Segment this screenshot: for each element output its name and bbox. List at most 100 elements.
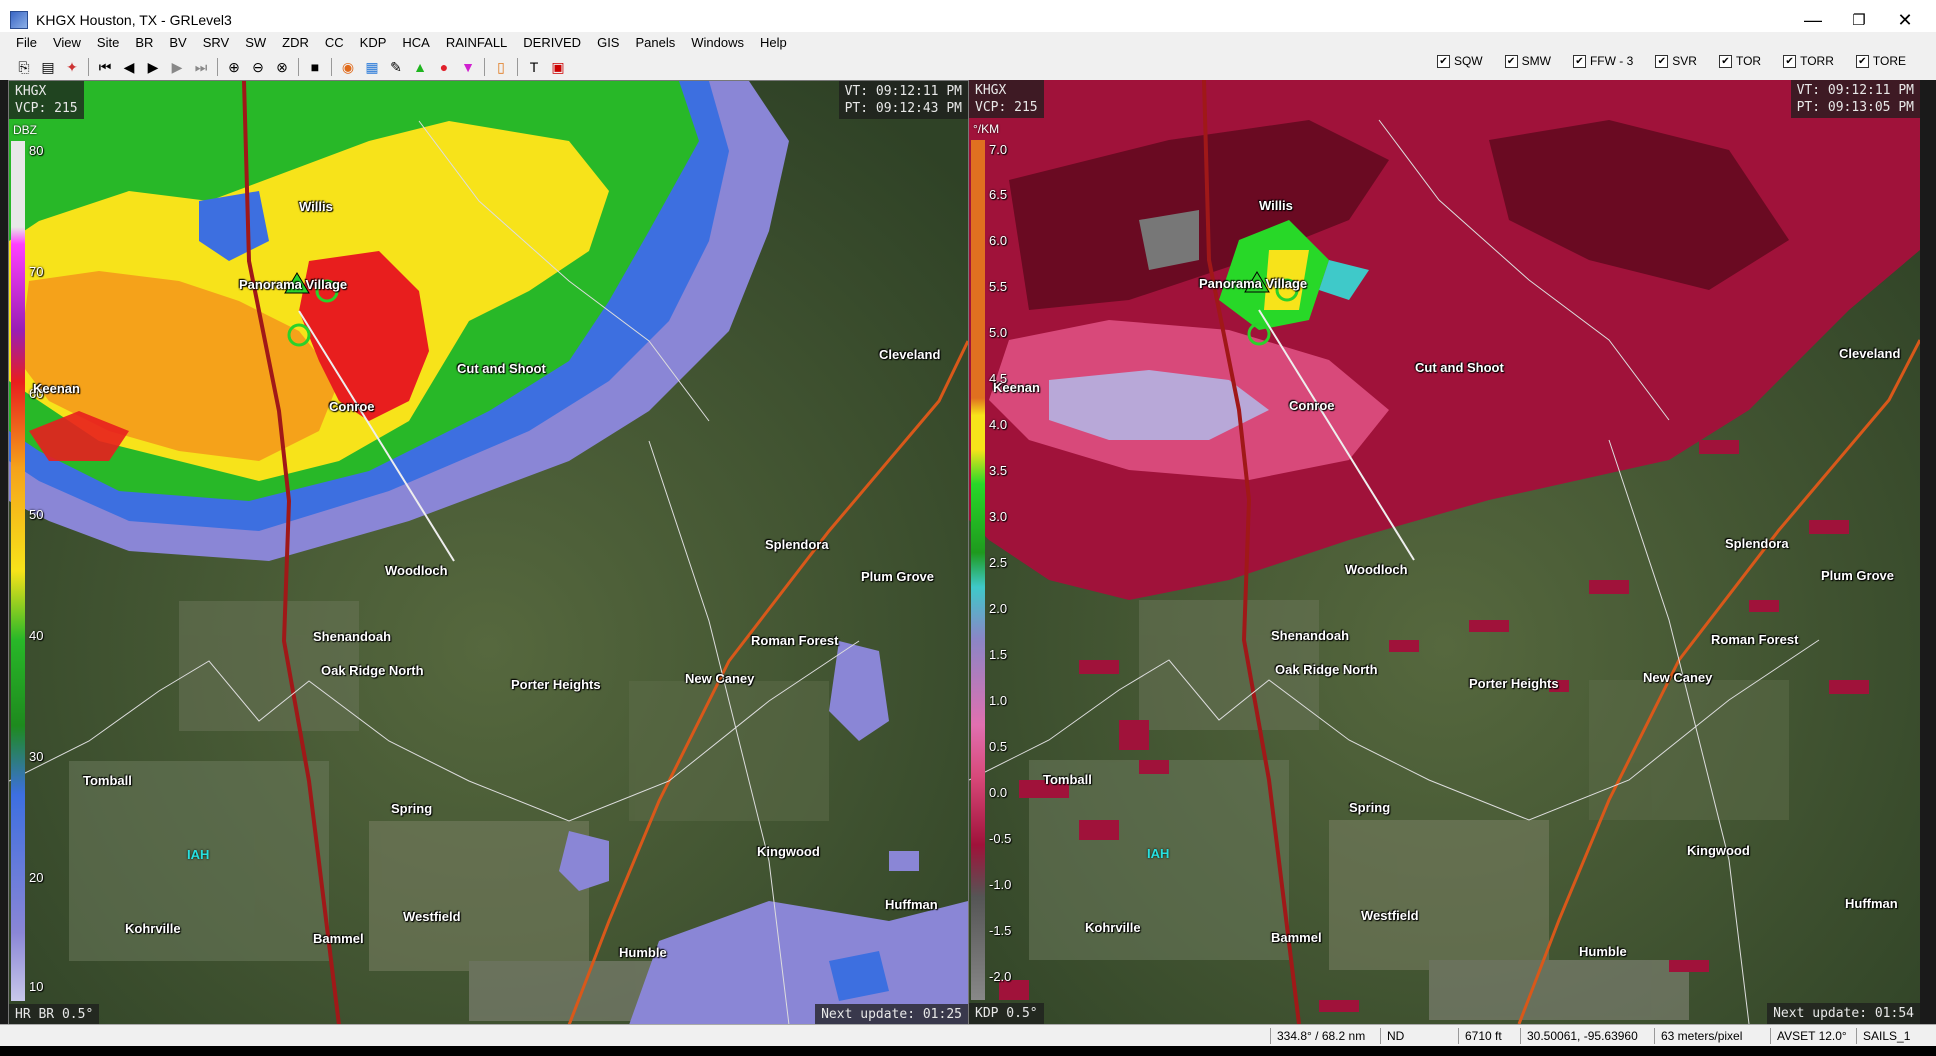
- first-frame-icon[interactable]: ⏮: [95, 57, 115, 77]
- warning-toggle-sqw[interactable]: ✔ SQW: [1436, 54, 1483, 68]
- warning-toggle-tor[interactable]: ✔ TOR: [1718, 54, 1761, 68]
- status-bearing: 334.8° / 68.2 nm: [1270, 1028, 1365, 1044]
- status-avset: AVSET 12.0°: [1770, 1028, 1847, 1044]
- menu-sw[interactable]: SW: [237, 34, 274, 52]
- menu-help[interactable]: Help: [752, 34, 795, 52]
- place-label: Roman Forest: [751, 633, 839, 648]
- checkbox[interactable]: ✔: [1718, 54, 1732, 68]
- warning-toggle-tore[interactable]: ✔ TORE: [1855, 54, 1906, 68]
- place-label: Westfield: [1361, 908, 1419, 923]
- menu-panels[interactable]: Panels: [627, 34, 683, 52]
- app-icon: [10, 11, 28, 29]
- zoom-reset-icon[interactable]: ⊗: [272, 57, 292, 77]
- zoom-in-icon[interactable]: ⊕: [224, 57, 244, 77]
- scale-tick: 3.0: [989, 509, 1008, 524]
- place-label: Splendora: [1725, 536, 1789, 551]
- checkbox[interactable]: ✔: [1655, 54, 1669, 68]
- status-height: 6710 ft: [1458, 1028, 1502, 1044]
- menu-file[interactable]: File: [8, 34, 45, 52]
- vcp-label: VCP: 215: [975, 100, 1038, 115]
- status-value: ND: [1380, 1028, 1404, 1044]
- scale-tick: -1.0: [989, 877, 1012, 892]
- checkbox[interactable]: ✔: [1572, 54, 1586, 68]
- scale-tick: 2.5: [989, 555, 1008, 570]
- menu-br[interactable]: BR: [127, 34, 161, 52]
- menu-zdr[interactable]: ZDR: [274, 34, 317, 52]
- place-label: Shenandoah: [1271, 628, 1350, 643]
- kdp-color-scale: [971, 140, 985, 1000]
- menu-srv[interactable]: SRV: [195, 34, 238, 52]
- menu-derived[interactable]: DERIVED: [515, 34, 589, 52]
- meso-marker-icon[interactable]: ●: [434, 57, 454, 77]
- paste-icon[interactable]: ▤: [38, 57, 58, 77]
- warning-filters: ✔ SQW ✔ SMW ✔ FFW - 3 ✔ SVR ✔ TOR ✔ TORR ✔ TORE: [1436, 54, 1906, 68]
- place-label: Conroe: [1289, 398, 1335, 413]
- scale-tick: -1.5: [989, 923, 1012, 938]
- warning-toggle-ffw[interactable]: ✔ FFW - 3: [1572, 54, 1633, 68]
- place-label: Woodloch: [385, 563, 448, 578]
- kdp-map[interactable]: [969, 80, 1920, 1024]
- menu-gis[interactable]: GIS: [589, 34, 627, 52]
- place-label: Bammel: [1271, 930, 1322, 945]
- menu-windows[interactable]: Windows: [683, 34, 752, 52]
- menu-hca[interactable]: HCA: [394, 34, 437, 52]
- checkbox[interactable]: ✔: [1783, 54, 1797, 68]
- toolbar-separator: [331, 58, 332, 76]
- airport-label: IAH: [1147, 846, 1170, 861]
- layers-icon[interactable]: ▦: [362, 57, 382, 77]
- airport-label: IAH: [187, 847, 210, 862]
- status-latlon: 30.50061, -95.63960: [1520, 1028, 1638, 1044]
- scale-tick: -2.0: [989, 969, 1012, 984]
- menu-site[interactable]: Site: [89, 34, 127, 52]
- radar-panel-kdp[interactable]: KHGX VCP: 215 VT: 09:12:11 PM PT: 09:13:…: [969, 80, 1920, 1024]
- place-label: Kohrville: [125, 921, 181, 936]
- reflectivity-color-scale: [11, 141, 25, 1001]
- last-frame-icon[interactable]: ⏭: [191, 57, 211, 77]
- scale-tick: 1.0: [989, 693, 1008, 708]
- place-label: Willis: [1259, 198, 1293, 213]
- menu-bv[interactable]: BV: [161, 34, 194, 52]
- warning-toggle-torr[interactable]: ✔ TORR: [1783, 54, 1834, 68]
- color-table-icon[interactable]: ◉: [338, 57, 358, 77]
- toolbar-separator: [484, 58, 485, 76]
- scale-tick: 30: [29, 749, 44, 764]
- toolbar-separator: [298, 58, 299, 76]
- scale-tick: 20: [29, 870, 44, 885]
- warning-toggle-smw[interactable]: ✔ SMW: [1504, 54, 1551, 68]
- toolbar-separator: [517, 58, 518, 76]
- toolbar-separator: [88, 58, 89, 76]
- warning-toggle-svr[interactable]: ✔ SVR: [1655, 54, 1697, 68]
- tvs-marker-icon[interactable]: ▼: [458, 57, 478, 77]
- place-label: Cleveland: [1839, 346, 1901, 361]
- step-back-icon[interactable]: ◀: [119, 57, 139, 77]
- play-icon[interactable]: ▶: [143, 57, 163, 77]
- scale-tick: 6.5: [989, 187, 1008, 202]
- scale-tick: 70: [29, 264, 44, 279]
- stop-icon[interactable]: ■: [305, 57, 325, 77]
- place-label: Humble: [1579, 944, 1627, 959]
- scale-tick: 40: [29, 628, 44, 643]
- reflectivity-map[interactable]: [9, 81, 968, 1025]
- copy-icon[interactable]: ⎘: [14, 57, 34, 77]
- menu-rainfall[interactable]: RAINFALL: [438, 34, 515, 52]
- place-label: Oak Ridge North: [321, 663, 424, 678]
- measure-icon[interactable]: ✎: [386, 57, 406, 77]
- step-forward-icon[interactable]: ▶: [167, 57, 187, 77]
- checkbox[interactable]: ✔: [1436, 54, 1450, 68]
- status-bar: 334.8° / 68.2 nm ND 6710 ft 30.50061, -9…: [0, 1024, 1936, 1047]
- place-label: Panorama Village: [239, 277, 348, 292]
- menu-kdp[interactable]: KDP: [352, 34, 395, 52]
- hail-marker-icon[interactable]: ▲: [410, 57, 430, 77]
- checkbox[interactable]: ✔: [1855, 54, 1869, 68]
- checkbox[interactable]: ✔: [1504, 54, 1518, 68]
- scale-tick: 0.0: [989, 785, 1008, 800]
- record-icon[interactable]: ▣: [548, 57, 568, 77]
- zoom-out-icon[interactable]: ⊖: [248, 57, 268, 77]
- menu-cc[interactable]: CC: [317, 34, 352, 52]
- site-icon[interactable]: ✦: [62, 57, 82, 77]
- radar-panel-reflectivity[interactable]: KHGX VCP: 215 VT: 09:12:11 PM PT: 09:12:…: [8, 80, 969, 1026]
- bookmark-icon[interactable]: ▯: [491, 57, 511, 77]
- place-label: Cut and Shoot: [1415, 360, 1504, 375]
- text-icon[interactable]: T: [524, 57, 544, 77]
- menu-view[interactable]: View: [45, 34, 89, 52]
